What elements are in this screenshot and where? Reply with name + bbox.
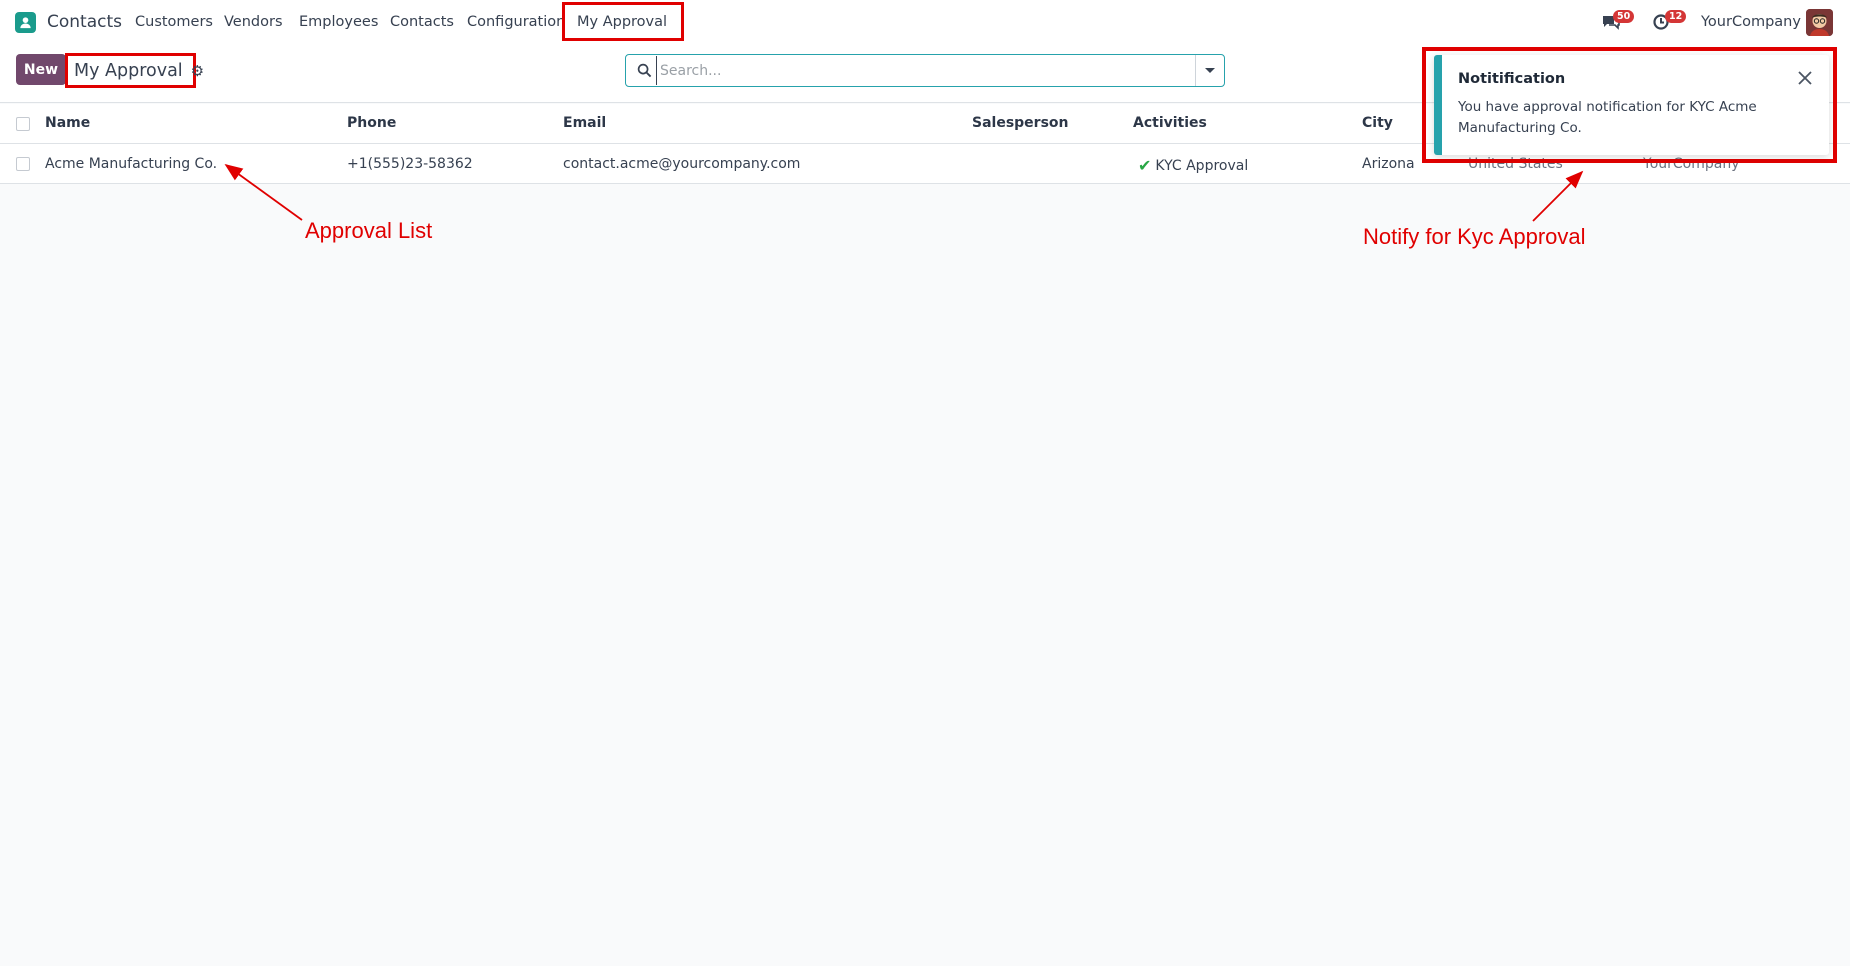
annotation-notify: Notify for Kyc Approval [1363, 224, 1586, 249]
avatar-icon [1806, 9, 1833, 36]
cell-activity[interactable]: ✔ KYC Approval [1138, 156, 1248, 175]
menu-item-vendors[interactable]: Vendors [224, 14, 283, 30]
activities-badge: 12 [1665, 10, 1687, 23]
search-input[interactable] [656, 56, 1216, 85]
notification-toast: Notitification You have approval notific… [1434, 55, 1829, 155]
new-button[interactable]: New [16, 54, 66, 85]
column-header-email[interactable]: Email [563, 115, 606, 131]
caret-down-icon [1205, 68, 1215, 73]
gear-icon[interactable]: ⚙ [191, 62, 204, 80]
row-checkbox[interactable] [16, 157, 30, 171]
activities-button[interactable]: 12 [1652, 10, 1687, 32]
cell-city: Arizona [1362, 156, 1415, 172]
company-switcher[interactable]: YourCompany [1701, 14, 1801, 30]
user-avatar[interactable] [1806, 9, 1833, 36]
column-header-city[interactable]: City [1362, 115, 1393, 131]
menu-item-configuration[interactable]: Configuration [467, 14, 565, 30]
cell-phone: +1(555)23-58362 [347, 156, 473, 172]
messages-button[interactable]: 50 [1600, 10, 1635, 32]
activity-label: KYC Approval [1155, 157, 1249, 174]
check-icon: ✔ [1138, 156, 1152, 175]
notification-highlight: Notitification You have approval notific… [1422, 47, 1837, 163]
search-icon [637, 63, 652, 78]
close-icon[interactable] [1795, 68, 1815, 88]
menu-item-contacts[interactable]: Contacts [390, 14, 454, 30]
cell-email: contact.acme@yourcompany.com [563, 156, 801, 172]
annotation-approval-list: Approval List [305, 218, 433, 243]
contacts-app-icon[interactable] [15, 12, 36, 33]
column-header-salesperson[interactable]: Salesperson [972, 115, 1069, 131]
breadcrumb: My Approval ⚙ [65, 53, 204, 88]
cell-name: Acme Manufacturing Co. [45, 156, 218, 172]
menu-item-customers[interactable]: Customers [135, 14, 213, 30]
menu-item-my-approval[interactable]: My Approval [561, 2, 685, 41]
column-header-activities[interactable]: Activities [1133, 115, 1207, 131]
top-navbar: Contacts Customers Vendors Employees Con… [0, 0, 1850, 45]
column-header-name[interactable]: Name [45, 115, 90, 131]
person-icon [20, 17, 31, 29]
page-title: My Approval [74, 60, 183, 81]
menu-item-employees[interactable]: Employees [299, 14, 378, 30]
column-header-phone[interactable]: Phone [347, 115, 396, 131]
select-all-checkbox[interactable] [16, 117, 30, 131]
messages-badge: 50 [1613, 10, 1635, 23]
notification-body: You have approval notification for KYC A… [1458, 99, 1757, 136]
app-name[interactable]: Contacts [47, 12, 122, 32]
notification-title: Notitification [1458, 71, 1566, 87]
search-bar [625, 54, 1225, 87]
search-options-toggle[interactable] [1195, 55, 1224, 86]
